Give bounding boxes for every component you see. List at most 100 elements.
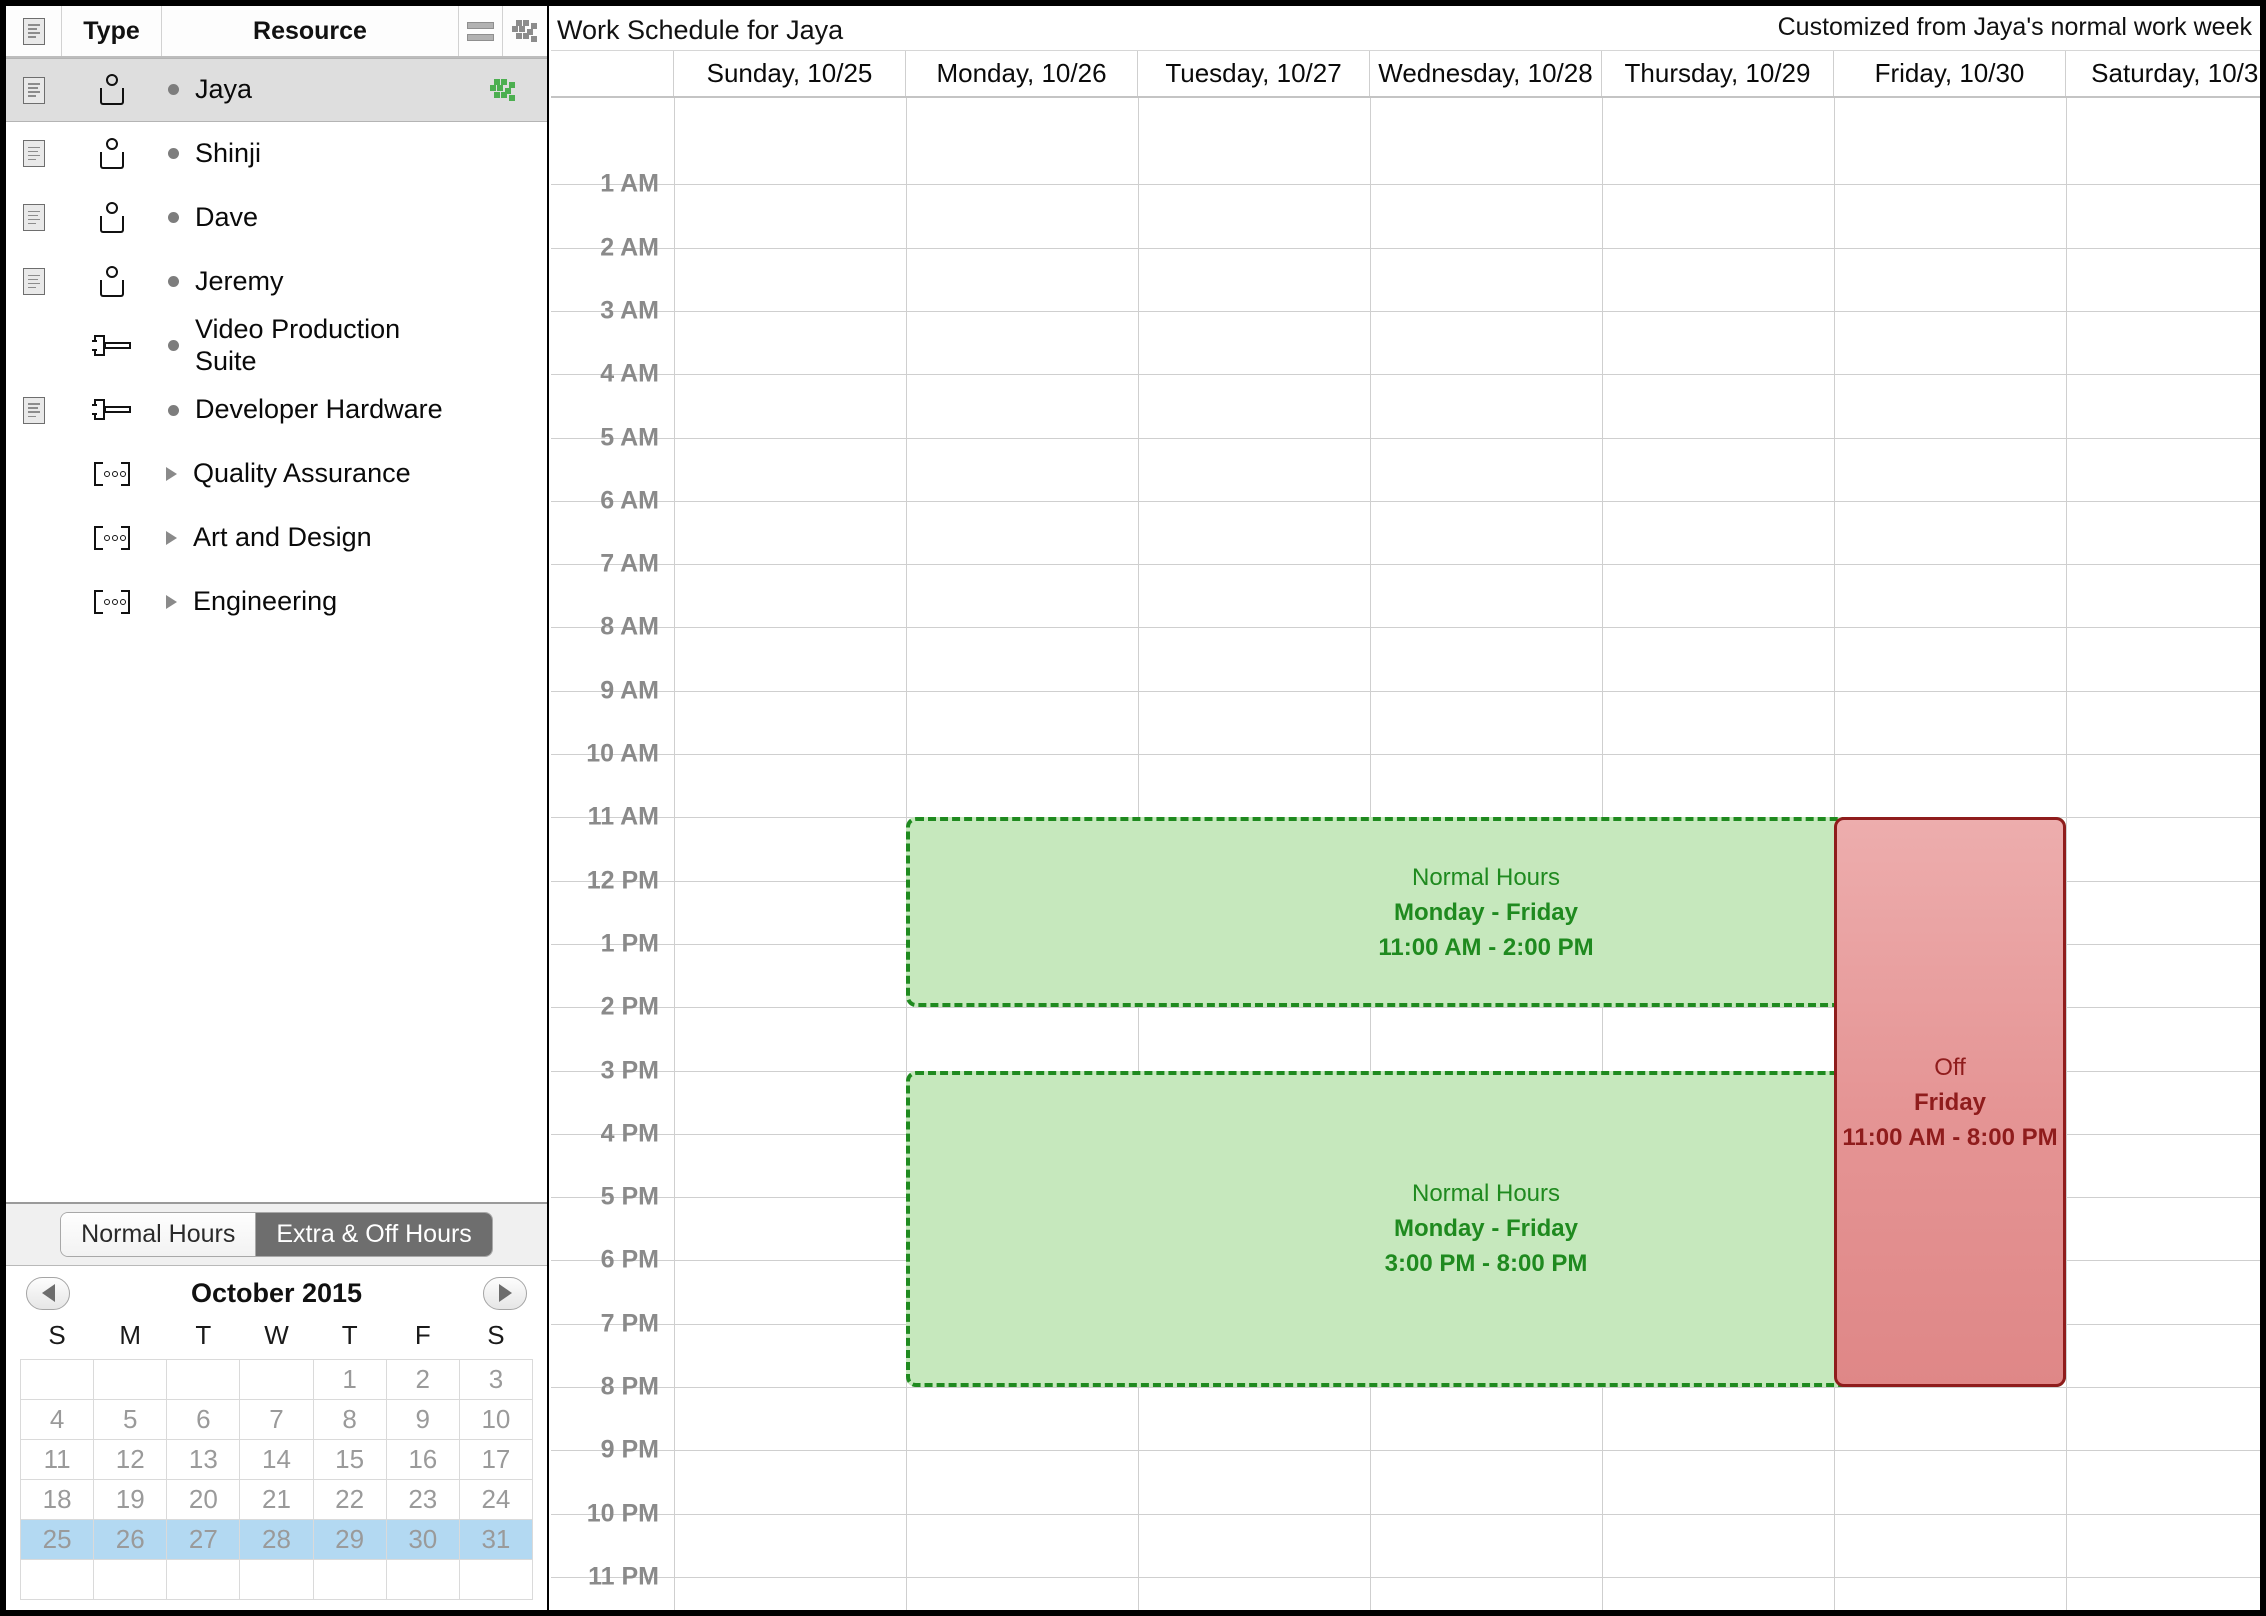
calendar-day-cell[interactable]: 4 — [19, 1399, 95, 1440]
resource-row[interactable]: Jaya — [6, 58, 547, 122]
calendar-day-cell[interactable]: 28 — [239, 1519, 314, 1560]
resource-row[interactable]: Shinji — [6, 122, 547, 186]
resource-notes-cell[interactable] — [6, 268, 62, 295]
column-header-schedule[interactable] — [503, 6, 547, 56]
day-column-header-cell[interactable]: Thursday, 10/29 — [1602, 51, 1834, 96]
calendar-day-cell[interactable]: 2 — [385, 1359, 460, 1400]
resource-row[interactable]: Engineering — [6, 571, 547, 635]
calendar-day-cell[interactable]: 20 — [166, 1479, 241, 1520]
calendar-day-cell — [385, 1559, 460, 1600]
chevron-left-icon — [41, 1284, 55, 1302]
calendar-weekday: T — [341, 1320, 358, 1350]
calendar-day-cell[interactable]: 10 — [458, 1399, 534, 1440]
calendar-day-cell[interactable]: 25 — [19, 1519, 95, 1560]
calendar-day-cell[interactable]: 18 — [19, 1479, 95, 1520]
calendar-weekday: W — [264, 1320, 289, 1350]
resource-row[interactable]: Developer Hardware — [6, 379, 547, 443]
calendar-day-cell[interactable]: 29 — [312, 1519, 387, 1560]
resource-name-cell[interactable]: Quality Assurance — [162, 458, 459, 490]
day-column-header-cell[interactable]: Wednesday, 10/28 — [1370, 51, 1602, 96]
resource-notes-cell[interactable] — [6, 204, 62, 231]
calendar-day-cell[interactable]: 23 — [385, 1479, 460, 1520]
disclosure-triangle-icon[interactable] — [166, 467, 177, 482]
disclosure-triangle-icon[interactable] — [166, 595, 177, 610]
calendar-month-title: October 2015 — [190, 1277, 363, 1308]
calendar-day-cell[interactable]: 11 — [19, 1439, 95, 1480]
person-icon — [99, 201, 125, 234]
resource-row[interactable]: Jeremy — [6, 250, 547, 314]
calendar-day-cell[interactable]: 22 — [312, 1479, 387, 1520]
resource-name-cell[interactable]: Developer Hardware — [162, 394, 459, 426]
calendar-day-cell[interactable]: 24 — [458, 1479, 534, 1520]
hour-label: 2 AM — [600, 233, 659, 262]
calendar-day-cell[interactable]: 5 — [93, 1399, 168, 1440]
resource-name-cell[interactable]: Shinji — [162, 138, 459, 170]
resource-type-cell — [62, 137, 162, 170]
tool-icon — [92, 333, 132, 359]
day-column-header-cell[interactable]: Friday, 10/30 — [1834, 51, 2066, 96]
calendar-day-cell[interactable]: 21 — [239, 1479, 314, 1520]
calendar-day-cell[interactable]: 13 — [166, 1439, 241, 1480]
document-icon — [23, 204, 45, 231]
hour-label: 2 PM — [600, 992, 659, 1021]
resource-name-cell[interactable]: Jeremy — [162, 266, 459, 298]
calendar-day-cell[interactable]: 6 — [166, 1399, 241, 1440]
event-days: Friday — [1913, 1088, 1987, 1116]
page-title: Work Schedule for Jaya — [557, 15, 844, 45]
calendar-day-cell[interactable]: 8 — [312, 1399, 387, 1440]
day-gridline — [2066, 98, 2067, 1610]
resource-row[interactable]: Video Production Suite — [6, 314, 547, 379]
resource-notes-cell[interactable] — [6, 76, 62, 104]
calendar-day-cell[interactable]: 3 — [458, 1359, 534, 1400]
resource-type-cell — [62, 397, 162, 423]
day-column-header-cell[interactable]: Tuesday, 10/27 — [1138, 51, 1370, 96]
tab-normal-hours[interactable]: Normal Hours — [61, 1213, 257, 1256]
next-month-button[interactable] — [483, 1276, 527, 1310]
group-icon — [92, 461, 132, 487]
calendar-day-cell[interactable]: 27 — [166, 1519, 241, 1560]
calendar-day-cell[interactable]: 31 — [458, 1519, 534, 1560]
calendar-day-cell[interactable]: 16 — [385, 1439, 460, 1480]
column-header-notes[interactable] — [6, 6, 62, 56]
calendar-day-cell[interactable]: 9 — [385, 1399, 460, 1440]
day-column-header-cell[interactable]: Saturday, 10/31 — [2066, 51, 2260, 96]
day-column-header-cell[interactable]: Monday, 10/26 — [906, 51, 1138, 96]
column-header-list-view[interactable] — [459, 6, 503, 56]
schedule-customized-icon[interactable] — [490, 79, 516, 101]
calendar-day-cell[interactable]: 7 — [239, 1399, 314, 1440]
tab-extra-off-hours[interactable]: Extra & Off Hours — [256, 1213, 492, 1256]
calendar-day-cell[interactable]: 15 — [312, 1439, 387, 1480]
resource-row[interactable]: Quality Assurance — [6, 443, 547, 507]
calendar-day-cell[interactable]: 12 — [93, 1439, 168, 1480]
calendar-day-cell[interactable]: 17 — [458, 1439, 534, 1480]
calendar-day-cell[interactable]: 26 — [93, 1519, 168, 1560]
resource-name-cell[interactable]: Engineering — [162, 586, 459, 618]
resource-name-cell[interactable]: Jaya — [162, 74, 459, 106]
hour-gridline — [551, 184, 2260, 186]
resource-row[interactable]: Art and Design — [6, 507, 547, 571]
calendar-day-cell[interactable]: 30 — [385, 1519, 460, 1560]
day-column-header-cell[interactable]: Sunday, 10/25 — [674, 51, 906, 96]
resource-notes-cell[interactable] — [6, 396, 62, 424]
calendar-day-cell[interactable]: 14 — [239, 1439, 314, 1480]
resource-notes-cell[interactable] — [6, 140, 62, 167]
hour-label: 11 PM — [588, 1562, 659, 1591]
hour-label: 10 AM — [586, 739, 659, 768]
calendar-day-cell[interactable]: 19 — [93, 1479, 168, 1520]
disclosure-triangle-icon[interactable] — [166, 531, 177, 546]
prev-month-button[interactable] — [26, 1276, 70, 1310]
hour-label: 9 AM — [600, 676, 659, 705]
resource-type-cell — [62, 201, 162, 234]
bullet-icon — [168, 147, 179, 159]
resource-name-cell[interactable]: Video Production Suite — [162, 314, 459, 378]
column-header-resource[interactable]: Resource — [162, 6, 459, 56]
calendar-day-cell[interactable]: 1 — [312, 1359, 387, 1400]
calendar-week-row: 4 5 6 7 8 9 10 — [19, 1399, 534, 1440]
schedule-event[interactable]: Off Friday 11:00 AM - 8:00 PM — [1834, 817, 2066, 1387]
resource-name-cell[interactable]: Art and Design — [162, 522, 459, 554]
hour-gridline — [551, 564, 2260, 566]
resource-name-cell[interactable]: Dave — [162, 202, 459, 234]
hour-label: 3 AM — [600, 296, 659, 325]
column-header-type[interactable]: Type — [62, 6, 162, 56]
resource-row[interactable]: Dave — [6, 186, 547, 250]
